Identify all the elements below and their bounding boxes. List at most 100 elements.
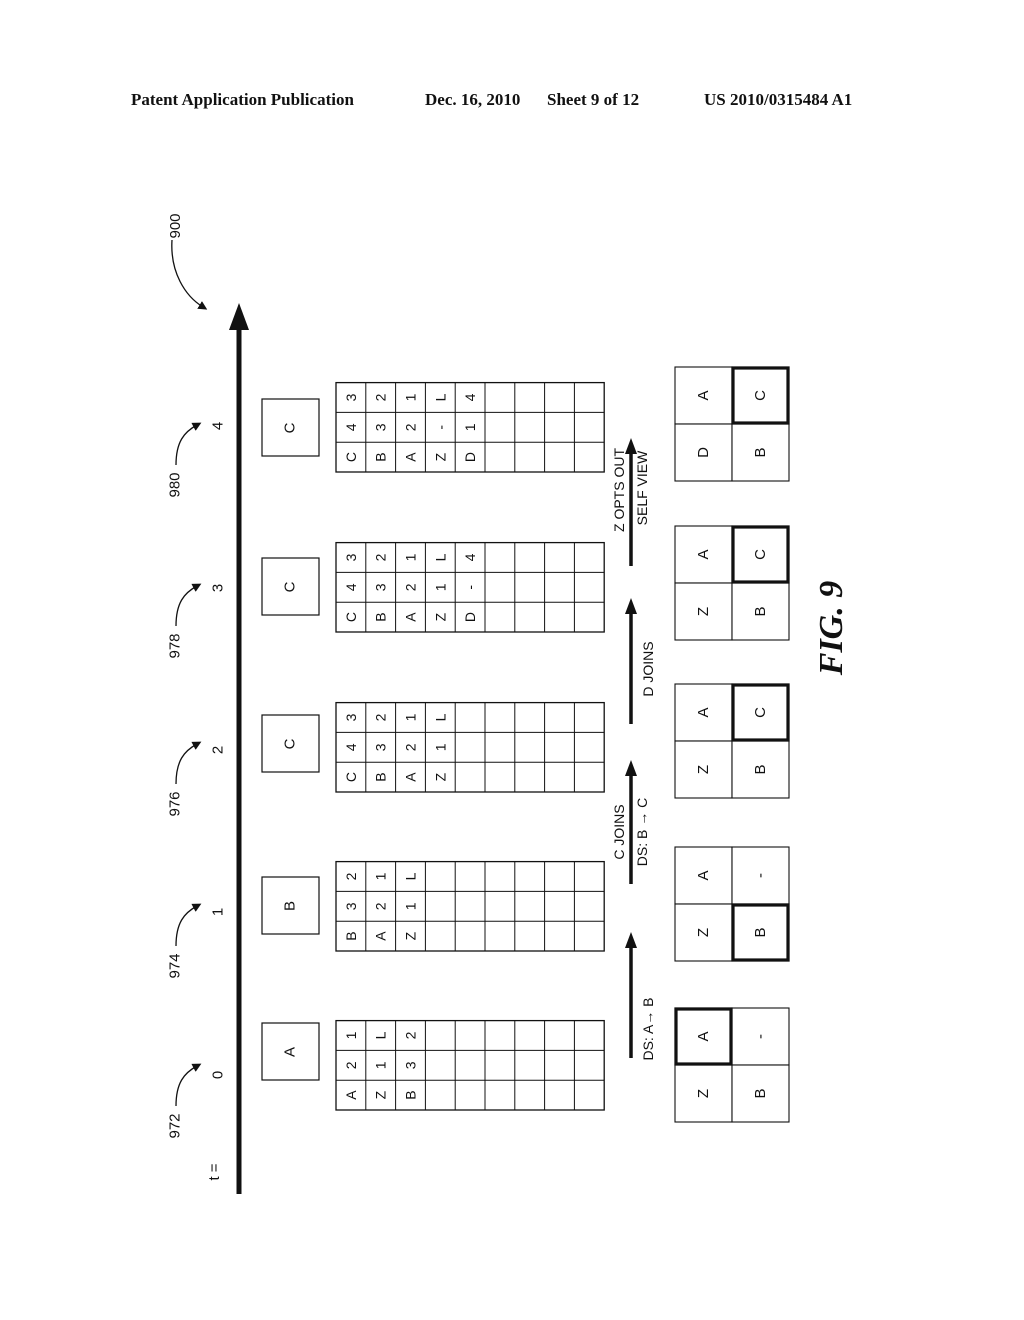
table-cell: B <box>373 612 389 621</box>
table-cell: - <box>432 425 448 430</box>
table-cell: 3 <box>343 393 359 401</box>
participant-table: B 3 2 A 2 1 Z 1 L <box>335 860 605 952</box>
step-ref-leader <box>175 741 202 785</box>
transition-arrow: DS: A→ B <box>625 932 656 1061</box>
transition-arrow-head <box>625 932 637 948</box>
transition-label: Z OPTS OUT <box>611 448 627 532</box>
table-cell: 1 <box>403 902 419 910</box>
table-cell: L <box>373 1031 389 1039</box>
transition-label: SELF VIEW <box>634 450 650 525</box>
table-cell: 3 <box>403 1061 419 1069</box>
table-cell: 1 <box>403 393 419 401</box>
table-cell: 4 <box>343 423 359 431</box>
table-cell: 1 <box>343 1031 359 1039</box>
transition-label: D JOINS <box>640 641 656 696</box>
table-cell: D <box>462 452 478 462</box>
table-cell: 2 <box>373 902 389 910</box>
table-cell: 1 <box>373 1061 389 1069</box>
transition-arrow-head <box>625 598 637 614</box>
table-cell: L <box>403 872 419 880</box>
table-cell: 4 <box>343 743 359 751</box>
figure-9: 900 t = FIG. 9 0 972 A A 2 1 Z 1 L B 3 2 A - Z B DS: A→ … <box>167 213 850 1194</box>
table-cell: 1 <box>403 713 419 721</box>
layout-cell-label: Z <box>695 928 712 937</box>
table-cell: 2 <box>373 553 389 561</box>
figure-ref-label: 900 <box>167 213 184 238</box>
participant-table: C 4 3 B 3 2 A 2 1 Z 1 L <box>335 701 605 793</box>
time-step-0: 0 972 A A 2 1 Z 1 L B 3 2 A - Z B DS: A→ B <box>167 932 790 1139</box>
step-ref-leader <box>175 422 202 466</box>
video-layout-grid: A C Z B <box>674 683 790 799</box>
time-label: 1 <box>210 908 227 916</box>
table-cell: A <box>403 612 419 622</box>
layout-cell-label: B <box>752 606 769 616</box>
time-label: 3 <box>210 584 227 592</box>
table-cell: B <box>373 452 389 461</box>
layout-cell-label: Z <box>695 765 712 774</box>
table-cell: A <box>343 1090 359 1100</box>
participant-table: A 2 1 Z 1 L B 3 2 <box>335 1019 605 1111</box>
step-ref-leader <box>175 1063 202 1107</box>
layout-cell-label: Z <box>695 607 712 616</box>
video-layout-grid: A - Z B <box>674 1007 790 1123</box>
table-cell: 3 <box>343 902 359 910</box>
table-cell: Z <box>432 452 448 461</box>
table-cell: 1 <box>462 423 478 431</box>
table-cell: A <box>403 452 419 462</box>
table-cell: 2 <box>343 1061 359 1069</box>
transition-label: DS: A→ B <box>640 997 656 1060</box>
table-cell: Z <box>403 931 419 940</box>
table-cell: B <box>373 772 389 781</box>
video-layout-grid: A C D B <box>674 366 790 482</box>
transition-arrow: D JOINS <box>625 598 656 724</box>
layout-cell-label: B <box>752 764 769 774</box>
table-cell: 1 <box>432 743 448 751</box>
layout-cell-label: - <box>752 873 769 878</box>
active-speaker-label: C <box>282 738 299 749</box>
layout-cell-label: A <box>695 870 712 880</box>
transition-arrow: C JOINS DS: B → C <box>611 760 650 884</box>
table-cell: 2 <box>403 1031 419 1039</box>
participant-table: C 4 3 B 3 2 A 2 1 Z - L D 1 4 <box>335 381 605 473</box>
figure-caption: FIG. 9 <box>813 581 850 676</box>
layout-cell-label: A <box>695 390 712 400</box>
participant-table: C 4 3 B 3 2 A 2 1 Z 1 L D - 4 <box>335 541 605 633</box>
video-layout-grid: A - Z B <box>674 846 790 962</box>
table-cell: 3 <box>373 743 389 751</box>
table-cell: D <box>462 612 478 622</box>
table-cell: 2 <box>373 713 389 721</box>
transition-label: DS: B → C <box>634 798 650 866</box>
table-cell: A <box>403 772 419 782</box>
table-cell: 2 <box>373 393 389 401</box>
table-cell: C <box>343 452 359 462</box>
table-cell: 1 <box>373 872 389 880</box>
table-cell: 4 <box>343 583 359 591</box>
layout-cell-label: Z <box>695 1089 712 1098</box>
table-cell: L <box>432 553 448 561</box>
step-ref-label: 972 <box>167 1113 184 1138</box>
transition-label: C JOINS <box>611 804 627 859</box>
table-cell: 3 <box>373 423 389 431</box>
step-ref-label: 974 <box>167 953 184 978</box>
transition-arrow: Z OPTS OUT SELF VIEW <box>611 438 650 566</box>
table-cell: B <box>403 1090 419 1099</box>
table-cell: 2 <box>403 423 419 431</box>
layout-cell-label: C <box>752 390 769 401</box>
table-cell: C <box>343 772 359 782</box>
time-axis-arrowhead <box>229 303 249 330</box>
step-ref-label: 978 <box>167 633 184 658</box>
table-cell: 4 <box>462 553 478 561</box>
table-cell: 2 <box>403 743 419 751</box>
time-step-4: 4 980 C C 4 3 B 3 2 A 2 1 Z - L D 1 4 A C D B <box>167 366 790 498</box>
time-label: 4 <box>210 422 227 430</box>
table-cell: L <box>432 393 448 401</box>
table-cell: Z <box>373 1090 389 1099</box>
active-speaker-label: B <box>282 901 299 911</box>
table-cell: C <box>343 612 359 622</box>
table-cell: A <box>373 931 389 941</box>
layout-cell-label: D <box>695 447 712 458</box>
step-ref-label: 976 <box>167 791 184 816</box>
table-cell: 4 <box>462 393 478 401</box>
time-label: 2 <box>210 746 227 754</box>
step-ref-leader <box>175 583 202 627</box>
